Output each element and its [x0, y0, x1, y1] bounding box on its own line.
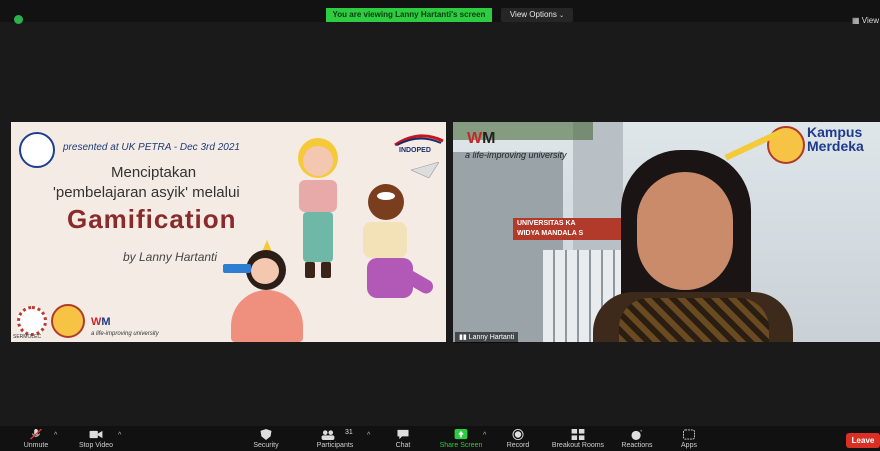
indoped-label: INDOPED: [399, 147, 431, 154]
apps-icon: [683, 429, 695, 440]
shared-slide: presented at UK PETRA - Dec 3rd 2021 IND…: [11, 122, 446, 342]
participant-name: Lanny Hartanti: [468, 334, 515, 341]
slide-byline: by Lanny Hartanti: [123, 250, 218, 264]
slide-title-gamification: Gamification: [67, 204, 237, 234]
stop-video-label: Stop Video: [78, 442, 114, 449]
grid-view-icon: ▦: [852, 16, 860, 25]
video-options-caret[interactable]: ^: [118, 432, 121, 439]
viewing-screen-banner: You are viewing Lanny Hartanti's screen: [326, 8, 492, 22]
presented-at-text: presented at UK PETRA - Dec 3rd 2021: [63, 142, 240, 153]
participants-icon: [321, 430, 335, 440]
record-icon: [512, 429, 524, 440]
apps-label: Apps: [681, 442, 697, 449]
sermolec-label: SERMOLEC: [13, 334, 42, 340]
slide-line-menciptakan: Menciptakan: [111, 164, 197, 181]
svg-text:+: +: [640, 429, 643, 434]
wm-logo: WM: [91, 316, 111, 328]
security-label: Security: [253, 442, 279, 449]
chat-bubble-icon: [397, 429, 409, 440]
meeting-toolbar: Unmute ^ Stop Video ^ Security 31 Partic…: [0, 426, 880, 451]
audio-options-caret[interactable]: ^: [54, 432, 57, 439]
chevron-down-icon: ⌄: [559, 13, 565, 19]
shield-icon: [260, 429, 272, 440]
participants-count: 31: [345, 429, 353, 436]
camera-feed: UNIVERSITAS KA WIDYA MANDALA S WM a life…: [453, 122, 880, 342]
share-screen-icon: [454, 429, 468, 440]
video-camera-icon: [89, 430, 103, 439]
leave-button[interactable]: Leave: [846, 433, 880, 448]
slide-tagline: a life-improving university: [91, 331, 159, 337]
camera-tagline: a life-improving university: [465, 150, 567, 160]
signal-bars-icon: ▮▮: [459, 334, 467, 341]
indoped-logo: INDOPED: [394, 134, 444, 154]
apps-button[interactable]: Apps: [654, 426, 724, 451]
wm-logo-cam: WM: [467, 130, 496, 147]
breakout-rooms-icon: [571, 429, 585, 440]
sermolec-logo: [17, 306, 47, 336]
wmsu-crest-logo: [51, 304, 85, 338]
view-button[interactable]: ▦ View: [852, 16, 879, 25]
participant-name-label: ▮▮ Lanny Hartanti: [455, 332, 519, 343]
slide-line-pembelajaran: 'pembelajaran asyik' melalui: [53, 184, 240, 201]
view-label: View: [861, 16, 879, 25]
uk-petra-logo: [19, 132, 55, 168]
smiley-plus-icon: +: [631, 429, 643, 440]
participants-label: Participants: [316, 442, 354, 449]
merdeka-label: Merdeka: [807, 138, 864, 154]
view-options-button[interactable]: View Options ⌄: [501, 8, 573, 22]
security-button[interactable]: Security: [231, 426, 301, 451]
participants-button[interactable]: 31 Participants: [300, 426, 370, 451]
indoped-swoosh-icon: [394, 134, 444, 147]
paper-plane-icon: [411, 162, 439, 178]
shield-check-icon[interactable]: [14, 15, 23, 24]
view-options-label: View Options: [509, 10, 557, 19]
microphone-muted-icon: [30, 429, 42, 440]
